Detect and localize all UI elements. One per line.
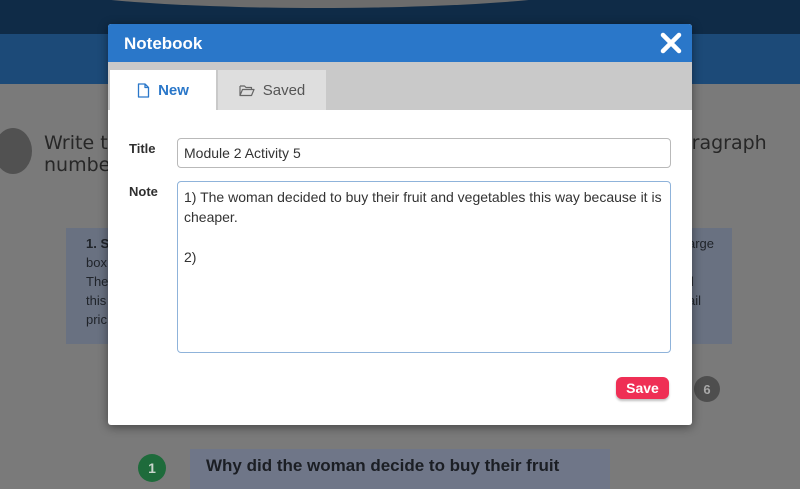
note-textarea[interactable]: 1) The woman decided to buy their fruit … bbox=[177, 181, 671, 353]
card-line: box bbox=[86, 255, 107, 270]
reading-card-text: 1. S box The this pric bbox=[86, 234, 109, 329]
dialog-title: Notebook bbox=[124, 34, 203, 53]
card-line: this bbox=[86, 293, 107, 308]
title-input[interactable] bbox=[177, 138, 671, 168]
note-label: Note bbox=[129, 184, 158, 199]
dialog-header: Notebook bbox=[108, 24, 692, 62]
folder-open-icon bbox=[239, 84, 255, 96]
card-line: The bbox=[86, 274, 109, 289]
save-button[interactable]: Save bbox=[616, 377, 669, 399]
tab-saved[interactable]: Saved bbox=[218, 70, 326, 110]
tab-new[interactable]: New bbox=[110, 70, 216, 110]
title-label: Title bbox=[129, 141, 156, 156]
close-button[interactable] bbox=[658, 30, 684, 56]
tab-bar: New Saved bbox=[108, 62, 692, 110]
tab-new-label: New bbox=[158, 81, 189, 99]
instruction-text-right: aragraph bbox=[680, 132, 767, 154]
tab-saved-label: Saved bbox=[262, 81, 306, 99]
notebook-dialog: Notebook New Saved Title Note 1) The wom… bbox=[108, 24, 692, 425]
page-button-6[interactable]: 6 bbox=[694, 376, 720, 402]
file-icon bbox=[137, 82, 150, 98]
close-icon bbox=[660, 32, 682, 54]
question-number-badge: 1 bbox=[138, 454, 166, 482]
card-line: 1. S bbox=[86, 236, 110, 251]
card-line: pric bbox=[86, 312, 107, 327]
question-text: Why did the woman decide to buy their fr… bbox=[206, 456, 560, 475]
